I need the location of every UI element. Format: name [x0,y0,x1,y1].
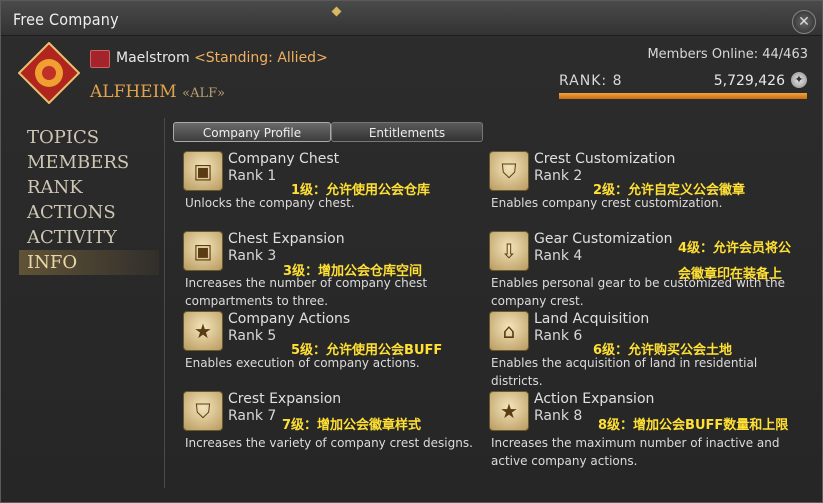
annotation-rank-2: 2级：允许自定义公会徽章 [593,183,746,198]
entitlement-desc: Increases the variety of company crest d… [185,436,473,450]
entitlement-desc: Increases the number of company chest co… [185,276,428,308]
entitlement-name: Gear Customization [534,231,673,247]
entitlement-name: Company Chest [228,151,340,167]
sidebar-item-topics[interactable]: TOPICS [19,125,159,150]
company-header: Maelstrom <Standing: Allied> ALFHEIM «AL… [1,36,822,116]
window-title: Free Company [13,10,119,29]
title-bar[interactable]: Free Company ✕ [1,1,822,36]
entitlement-name: Chest Expansion [228,231,345,247]
sidebar: TOPICS MEMBERS RANK ACTIONS ACTIVITY INF… [19,125,159,275]
grand-company-name: Maelstrom [116,50,190,66]
rank-label: RANK: 8 [559,73,623,89]
entitlement-name: Action Expansion [534,391,655,407]
entitlement-name: Land Acquisition [534,311,650,327]
standing: <Standing: Allied> [194,50,328,66]
house-icon: ⌂ [489,311,529,351]
shield-icon: ⛉ [489,151,529,191]
sidebar-item-rank[interactable]: RANK [19,175,159,200]
entitlement-rank: Rank 2 [534,168,583,184]
free-company-window: Free Company ✕ Maelstrom <Standing: Alli… [0,0,823,503]
star-plus-icon: ★ [489,391,529,431]
star-icon: ★ [183,311,223,351]
entitlement-desc: Enables the acquisition of land in resid… [491,356,758,388]
entitlement-rank: Rank 4 [534,248,583,264]
fc-tag: «ALF» [182,86,226,101]
fc-name: ALFHEIM [90,82,177,102]
tab-entitlements[interactable]: Entitlements [331,122,483,142]
rank-progress-fill [559,93,807,99]
annotation-rank-4-line2: 会徽章印在装备上 [678,267,783,282]
sidebar-item-actions[interactable]: ACTIONS [19,200,159,225]
entitlement-desc: Increases the maximum number of inactive… [491,436,780,468]
sidebar-item-activity[interactable]: ACTIVITY [19,225,159,250]
entitlement-rank: Rank 5 [228,328,277,344]
entitlement-rank: Rank 6 [534,328,583,344]
rank-progress-bar [559,93,807,99]
entitlement-rank: Rank 3 [228,248,277,264]
annotation-rank-8: 8级：增加公会BUFF数量和上限 [598,418,789,433]
grand-company: Maelstrom <Standing: Allied> [116,50,328,66]
divider [164,118,165,488]
fc-crest-icon [18,42,80,104]
annotation-rank-1: 1级：允许使用公会仓库 [291,183,431,198]
sidebar-item-info[interactable]: INFO [19,250,159,275]
entitlement-rank: Rank 7 [228,408,277,424]
annotation-rank-5: 5级：允许使用公会BUFF [291,343,443,358]
company-points: 5,729,426 [713,73,785,89]
annotation-rank-3: 3级：增加公会仓库空间 [283,264,423,279]
entitlement-rank: Rank 8 [534,408,583,424]
annotation-rank-7: 7级：增加公会徽章样式 [282,418,422,433]
gear-crest-icon: ⇩ [489,231,529,271]
fc-name-line: ALFHEIM «ALF» [90,82,225,102]
annotation-rank-4: 4级：允许会员将公 [678,241,792,256]
sidebar-item-members[interactable]: MEMBERS [19,150,159,175]
entitlement-name: Crest Customization [534,151,676,167]
rank-row: RANK: 8 5,729,426 ✦ [559,71,807,93]
entitlement-name: Crest Expansion [228,391,342,407]
close-icon[interactable]: ✕ [792,10,816,34]
company-credits-icon: ✦ [791,72,807,88]
entitlement-rank: Rank 1 [228,168,277,184]
annotation-rank-6: 6级：允许购买公会土地 [593,343,733,358]
tab-company-profile[interactable]: Company Profile [173,122,331,142]
shield-plus-icon: ⛉ [183,391,223,431]
maelstrom-icon [90,50,110,68]
entitlement-name: Company Actions [228,311,351,327]
chest-icon: ▣ [183,151,223,191]
members-online: Members Online: 44/463 [647,47,808,62]
chest-plus-icon: ▣ [183,231,223,271]
rank-value: 8 [612,73,623,89]
